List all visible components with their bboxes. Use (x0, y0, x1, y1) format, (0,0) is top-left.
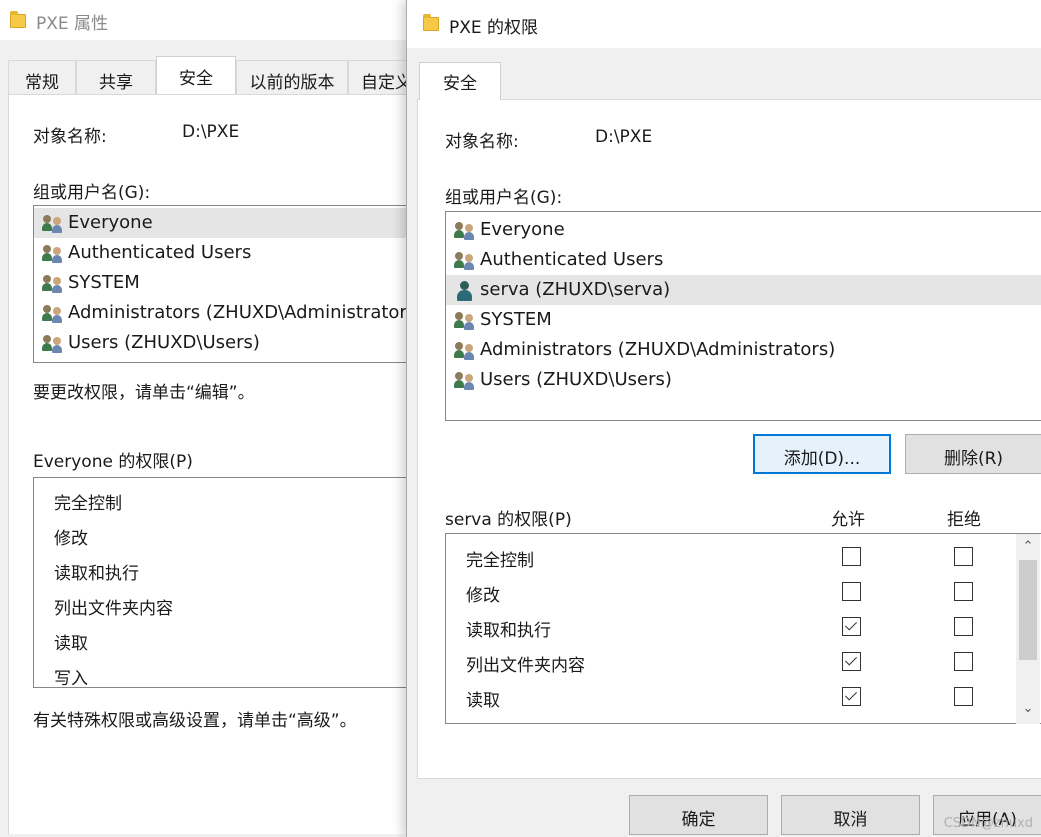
remove-button[interactable]: 删除(R) (905, 434, 1041, 474)
list-item-label: Users (ZHUXD\Users) (480, 369, 672, 390)
tab-security[interactable]: 安全 (156, 56, 236, 95)
list-item[interactable]: Authenticated Users (446, 245, 1041, 275)
permission-name: 列出文件夹内容 (466, 656, 585, 676)
permissions-label: Everyone 的权限(P) (33, 452, 193, 472)
deny-checkbox[interactable] (954, 547, 973, 566)
group-users-icon (42, 335, 64, 353)
list-item-label: Users (ZHUXD\Users) (68, 332, 260, 353)
deny-checkbox[interactable] (954, 582, 973, 601)
list-item[interactable]: Everyone (34, 208, 412, 238)
deny-checkbox[interactable] (954, 617, 973, 636)
list-item[interactable]: Everyone (446, 215, 1041, 245)
group-users-icon (454, 342, 476, 360)
list-item[interactable]: Users (ZHUXD\Users) (34, 328, 412, 358)
allow-header: 允许 (831, 510, 865, 530)
permissions-titlebar[interactable]: PXE 的权限 (407, 0, 1041, 48)
deny-header: 拒绝 (947, 510, 981, 530)
permissions-label: serva 的权限(P) (445, 510, 572, 530)
list-item-label: Everyone (68, 212, 153, 233)
list-item-label: Authenticated Users (68, 242, 252, 263)
permission-name: 读取和执行 (466, 621, 551, 641)
permission-name: 修改 (466, 586, 500, 606)
object-name-value: D:\PXE (182, 122, 240, 142)
object-name-label: 对象名称: (33, 127, 107, 147)
allow-checkbox[interactable] (842, 582, 861, 601)
add-button[interactable]: 添加(D)... (753, 434, 891, 474)
list-item-label: Everyone (480, 219, 565, 240)
tab-general[interactable]: 常规 (8, 60, 76, 94)
group-users-icon (454, 252, 476, 270)
permission-name: 读取 (54, 634, 88, 654)
permission-name: 修改 (54, 529, 88, 549)
list-item[interactable]: Administrators (ZHUXD\Administrators) (34, 298, 413, 328)
list-item[interactable]: Users (ZHUXD\Users) (446, 365, 1041, 395)
allow-checkbox[interactable] (842, 547, 861, 566)
group-users-icon (454, 372, 476, 390)
group-users-icon (42, 215, 64, 233)
scroll-up-icon[interactable]: ⌃ (1021, 540, 1035, 554)
deny-checkbox[interactable] (954, 652, 973, 671)
users-listbox[interactable]: Everyone Authenticated Users SYSTEM Admi… (33, 205, 413, 363)
group-users-icon (42, 305, 64, 323)
permission-name: 读取和执行 (54, 564, 139, 584)
list-item-label: Administrators (ZHUXD\Administrators) (68, 302, 413, 323)
permissions-list: 完全控制 修改 读取和执行 列出文件夹内容 读取 写入 (33, 477, 413, 688)
list-item-label: Authenticated Users (480, 249, 664, 270)
allow-checkbox[interactable] (842, 617, 861, 636)
user-icon (456, 281, 472, 301)
list-item[interactable]: SYSTEM (34, 268, 412, 298)
group-users-icon (42, 245, 64, 263)
folder-icon (423, 14, 439, 31)
group-users-icon (454, 222, 476, 240)
allow-checkbox[interactable] (842, 652, 861, 671)
permissions-dialog: PXE 的权限 安全 对象名称: D:\PXE 组或用户名(G): Everyo… (406, 0, 1041, 837)
list-item[interactable]: Authenticated Users (34, 238, 412, 268)
list-item[interactable]: Administrators (ZHUXD\Administrators) (446, 335, 1041, 365)
group-users-icon (42, 275, 64, 293)
list-item-label: SYSTEM (480, 309, 552, 330)
tab-sharing[interactable]: 共享 (76, 60, 156, 94)
permission-name: 列出文件夹内容 (54, 599, 173, 619)
permissions-list: 完全控制 修改 读取和执行 列出文件夹内容 读取 (445, 533, 1041, 724)
permission-name: 写入 (54, 669, 88, 688)
tab-security[interactable]: 安全 (419, 62, 501, 100)
list-item-label: serva (ZHUXD\serva) (480, 279, 671, 300)
group-users-icon (454, 312, 476, 330)
properties-title: PXE 属性 (36, 14, 109, 34)
permissions-title: PXE 的权限 (449, 18, 539, 38)
list-item-label: Administrators (ZHUXD\Administrators) (480, 339, 836, 360)
tab-previous-versions[interactable]: 以前的版本 (236, 60, 348, 94)
permission-name: 完全控制 (54, 494, 122, 514)
permission-name: 完全控制 (466, 551, 534, 571)
permission-name: 读取 (466, 691, 500, 711)
object-name-label: 对象名称: (445, 132, 519, 152)
list-item-label: SYSTEM (68, 272, 140, 293)
ok-button[interactable]: 确定 (629, 795, 768, 835)
scroll-thumb[interactable] (1019, 560, 1037, 660)
group-users-label: 组或用户名(G): (33, 183, 151, 203)
scroll-down-icon[interactable]: ⌄ (1021, 702, 1035, 716)
advanced-hint: 有关特殊权限或高级设置，请单击“高级”。 (33, 711, 357, 731)
edit-hint: 要更改权限，请单击“编辑”。 (33, 383, 255, 403)
list-item-selected[interactable]: serva (ZHUXD\serva) (446, 275, 1041, 305)
list-item[interactable]: SYSTEM (446, 305, 1041, 335)
deny-checkbox[interactable] (954, 687, 973, 706)
watermark: CSDN@zhuxd (943, 816, 1033, 831)
permissions-scrollbar[interactable]: ⌃ ⌄ (1016, 534, 1040, 724)
users-listbox[interactable]: Everyone Authenticated Users serva (ZHUX… (445, 211, 1041, 421)
allow-checkbox[interactable] (842, 687, 861, 706)
folder-icon (10, 11, 26, 28)
cancel-button[interactable]: 取消 (781, 795, 920, 835)
object-name-value: D:\PXE (595, 127, 653, 147)
group-users-label: 组或用户名(G): (445, 188, 563, 208)
